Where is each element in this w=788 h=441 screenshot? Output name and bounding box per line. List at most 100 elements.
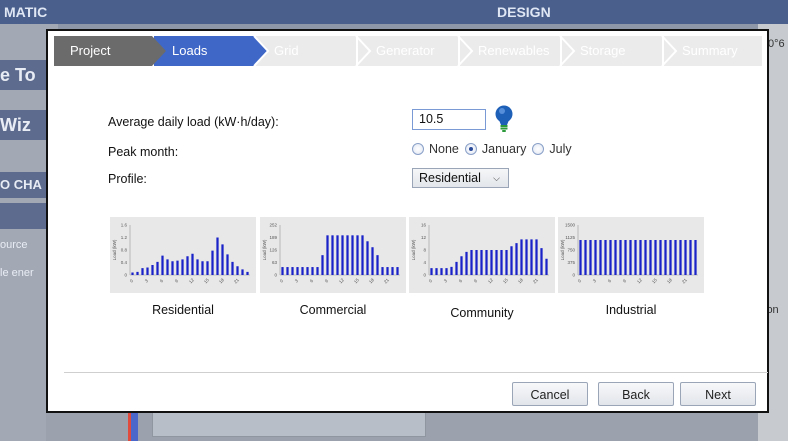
x-tick-label: 6 — [309, 278, 315, 284]
bar — [465, 251, 468, 275]
bar — [604, 240, 607, 275]
step-generator[interactable]: Generator — [358, 36, 458, 66]
y-tick-label: 4 — [423, 260, 426, 265]
bar — [236, 266, 239, 275]
bar — [490, 250, 493, 275]
bar — [634, 240, 637, 275]
x-tick-label: 18 — [218, 277, 225, 284]
radio-label: January — [481, 142, 527, 156]
bar — [351, 235, 354, 275]
y-tick-label: 63 — [272, 260, 278, 265]
radio-button[interactable] — [412, 143, 424, 155]
cancel-button[interactable]: Cancel — [512, 382, 588, 406]
bar — [311, 267, 314, 275]
y-tick-label: 1.6 — [121, 223, 128, 228]
footer-divider — [64, 372, 768, 373]
bar — [609, 240, 612, 275]
bar — [136, 271, 139, 275]
background-tile-wizard[interactable]: Wiz — [0, 110, 46, 140]
y-tick-label: 16 — [421, 223, 427, 228]
bar — [430, 268, 433, 275]
background-tile-label: e To — [0, 65, 36, 85]
step-grid[interactable]: Grid — [256, 36, 356, 66]
bar — [654, 240, 657, 275]
chart-svg: 0 375 750 1125 1500 Load (kW) 0 3 6 9 12 15 18 21 — [560, 223, 698, 284]
bar — [221, 244, 224, 275]
bar — [445, 268, 448, 275]
bar — [341, 235, 344, 275]
bar — [674, 240, 677, 275]
bar — [594, 240, 597, 275]
daily-load-label: Average daily load (kW·h/day): — [108, 115, 279, 129]
profile-chart-commercial[interactable]: 0 63 126 189 252 Load (kW) 0 3 6 9 12 15 18 21 — [260, 217, 406, 293]
profile-dropdown[interactable]: Residential ⌵ — [412, 168, 509, 188]
background-tile-label: Wiz — [0, 115, 31, 135]
step-label: Project — [70, 43, 111, 58]
y-axis-label: Load (kW) — [112, 239, 117, 260]
bar — [386, 267, 389, 275]
bar — [475, 250, 478, 275]
bar — [166, 259, 169, 275]
step-storage[interactable]: Storage — [562, 36, 662, 66]
bar — [545, 258, 548, 275]
y-tick-label: 0.8 — [121, 248, 128, 253]
background-tile-chart[interactable]: O CHA — [0, 172, 46, 198]
x-tick-label: 3 — [443, 278, 449, 284]
x-tick-label: 21 — [532, 277, 539, 284]
chart-caption: Residential — [152, 303, 214, 317]
x-tick-label: 9 — [622, 278, 628, 284]
y-tick-label: 1500 — [565, 223, 576, 228]
background-coordinate-text: 0°6 — [768, 38, 785, 50]
step-project[interactable]: Project — [54, 36, 152, 66]
bar — [614, 240, 617, 275]
bar — [689, 240, 692, 275]
back-button[interactable]: Back — [598, 382, 674, 406]
chart-caption: Community — [450, 306, 514, 320]
bar — [694, 240, 697, 275]
profile-chart-residential[interactable]: 0 0.4 0.8 1.2 1.6 Load (kW) 0 3 6 9 12 15 18 21 — [110, 217, 256, 293]
bar — [520, 239, 523, 275]
x-tick-label: 15 — [502, 277, 509, 284]
bar — [510, 246, 513, 275]
x-tick-label: 12 — [636, 277, 643, 284]
radio-july[interactable]: July — [532, 142, 572, 156]
x-tick-label: 15 — [353, 277, 360, 284]
y-tick-label: 252 — [269, 223, 277, 228]
step-label: Generator — [376, 43, 435, 58]
bar — [331, 235, 334, 275]
radio-january[interactable]: January — [464, 142, 527, 156]
bar — [391, 267, 394, 275]
background-tile-label: O CHA — [0, 177, 42, 192]
profile-chart-community[interactable]: 0 4 8 12 16 Load (kW) 0 3 6 9 12 15 18 21 — [409, 217, 555, 293]
radio-none[interactable]: None — [412, 142, 459, 156]
bar — [321, 255, 324, 275]
radio-button-selected[interactable] — [464, 143, 477, 155]
x-tick-label: 18 — [666, 277, 673, 284]
x-tick-label: 12 — [338, 277, 345, 284]
next-button[interactable]: Next — [680, 382, 756, 406]
background-tile-tour[interactable]: e To — [0, 60, 46, 90]
daily-load-input[interactable]: 10.5 — [412, 109, 486, 130]
bar — [211, 250, 214, 275]
chevron-down-icon: ⌵ — [493, 173, 500, 183]
step-renewables[interactable]: Renewables — [460, 36, 560, 66]
background-tile-blank[interactable] — [0, 203, 46, 229]
x-tick-label: 3 — [144, 278, 150, 284]
y-axis-label: Load (kW) — [560, 239, 565, 260]
lightbulb-icon[interactable] — [495, 105, 513, 133]
profile-chart-industrial[interactable]: 0 375 750 1125 1500 Load (kW) 0 3 6 9 12 15 18 21 — [558, 217, 704, 293]
x-tick-label: 12 — [487, 277, 494, 284]
x-tick-label: 0 — [129, 278, 135, 284]
bar — [146, 267, 149, 275]
bar — [371, 247, 374, 275]
step-summary[interactable]: Summary — [664, 36, 762, 66]
radio-button[interactable] — [532, 143, 545, 155]
y-tick-label: 750 — [567, 248, 575, 253]
y-tick-label: 126 — [269, 248, 277, 253]
x-tick-label: 0 — [577, 278, 583, 284]
bar — [296, 267, 299, 275]
bar — [659, 240, 662, 275]
y-axis-label: Load (kW) — [262, 239, 267, 260]
step-loads[interactable]: Loads — [154, 36, 254, 66]
background-color-stripe — [128, 411, 138, 441]
